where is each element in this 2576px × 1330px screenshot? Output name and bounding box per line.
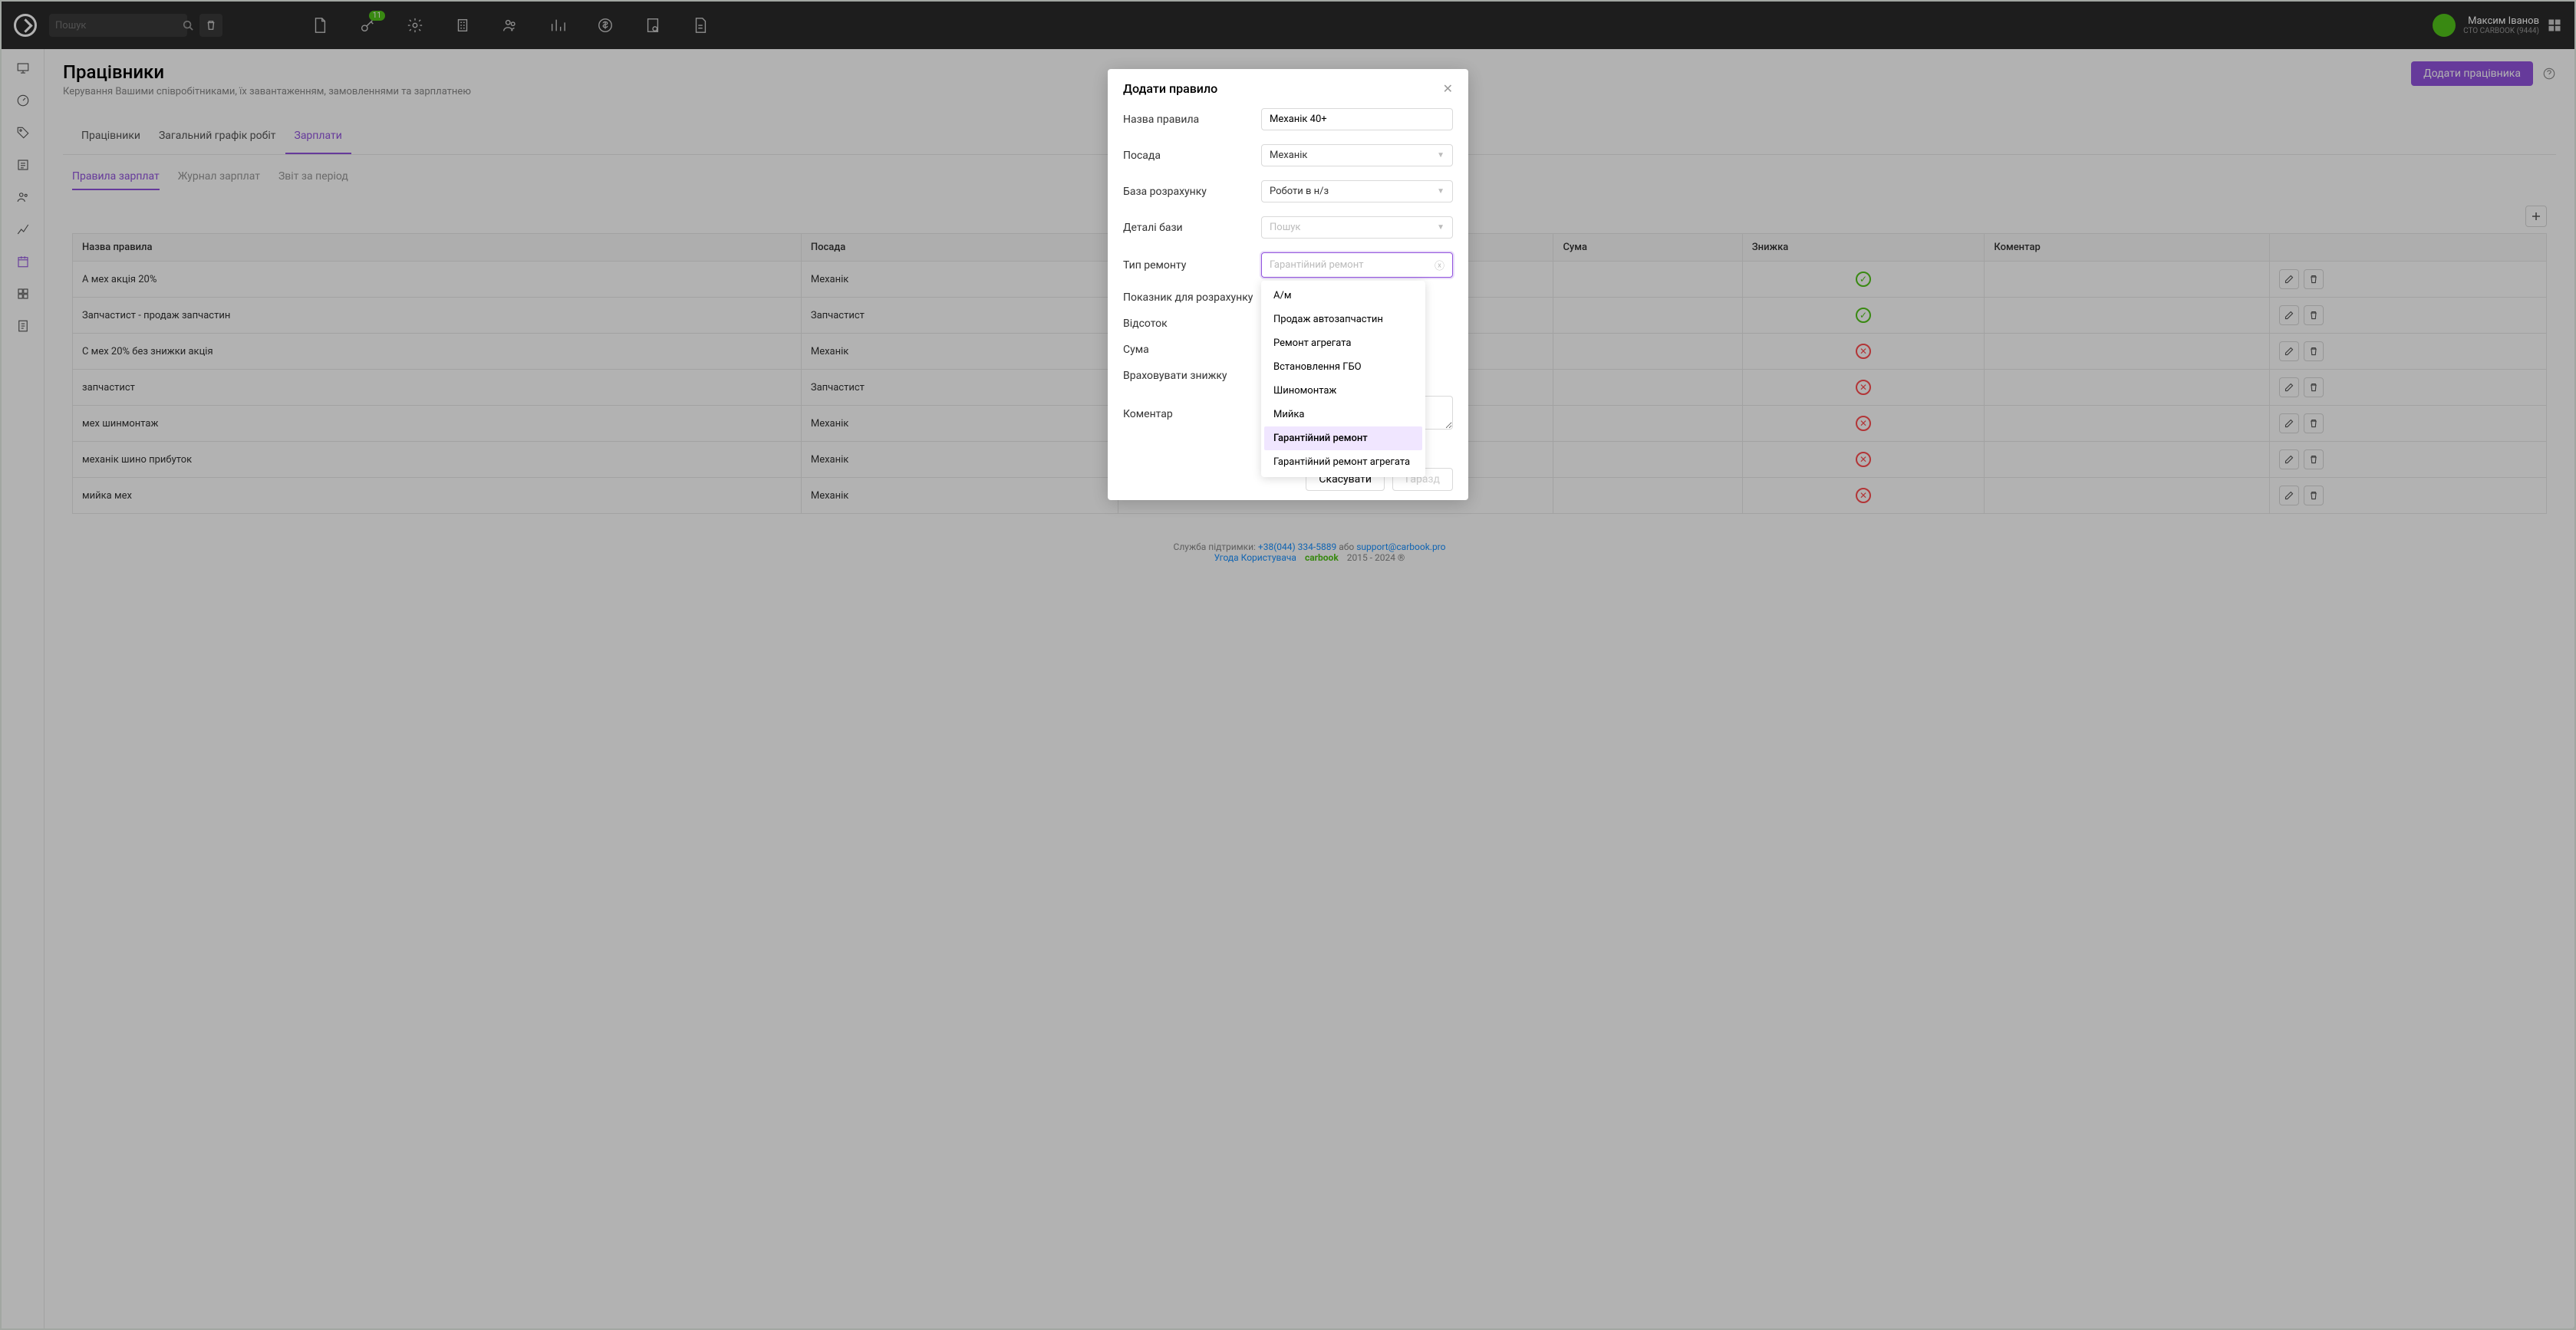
add-rule-modal: Додати правило ✕ Назва правила Посада Ме…	[1108, 69, 1468, 500]
clear-icon[interactable]: ⓧ	[1435, 258, 1444, 272]
dropdown-option[interactable]: Мийка	[1264, 403, 1422, 426]
discount-label: Враховувати знижку	[1123, 370, 1261, 382]
details-label: Деталі бази	[1123, 222, 1261, 234]
dropdown-option[interactable]: А/м	[1264, 284, 1422, 308]
details-select[interactable]: Пошук ▼	[1261, 216, 1453, 239]
position-select[interactable]: Механік ▼	[1261, 144, 1453, 166]
dropdown-option[interactable]: Встановлення ГБО	[1264, 355, 1422, 379]
modal-title: Додати правило	[1123, 81, 1217, 96]
dropdown-option[interactable]: Шиномонтаж	[1264, 379, 1422, 403]
repair-type-select[interactable]: Гарантійний ремонт ⓧ	[1261, 252, 1453, 278]
dropdown-option[interactable]: Ремонт агрегата	[1264, 331, 1422, 355]
chevron-down-icon: ▼	[1437, 223, 1444, 232]
chevron-down-icon: ▼	[1437, 151, 1444, 160]
name-label: Назва правила	[1123, 114, 1261, 126]
close-icon[interactable]: ✕	[1443, 81, 1453, 96]
base-select[interactable]: Роботи в н/з ▼	[1261, 180, 1453, 202]
modal-overlay[interactable]: Додати правило ✕ Назва правила Посада Ме…	[0, 0, 2576, 1330]
position-label: Посада	[1123, 150, 1261, 162]
name-input[interactable]	[1261, 108, 1453, 130]
sum-label: Сума	[1123, 344, 1261, 356]
repair-type-label: Тип ремонту	[1123, 259, 1261, 272]
dropdown-option[interactable]: Гарантійний ремонт	[1264, 426, 1422, 450]
chevron-down-icon: ▼	[1437, 187, 1444, 196]
comment-label: Коментар	[1123, 408, 1261, 420]
dropdown-option[interactable]: Продаж автозапчастин	[1264, 308, 1422, 331]
dropdown-option[interactable]: Гарантійний ремонт агрегата	[1264, 450, 1422, 474]
repair-type-dropdown: А/мПродаж автозапчастинРемонт агрегатаВс…	[1261, 281, 1425, 477]
base-label: База розрахунку	[1123, 186, 1261, 198]
indicator-label: Показник для розрахунку	[1123, 291, 1261, 304]
percent-label: Відсоток	[1123, 318, 1261, 330]
